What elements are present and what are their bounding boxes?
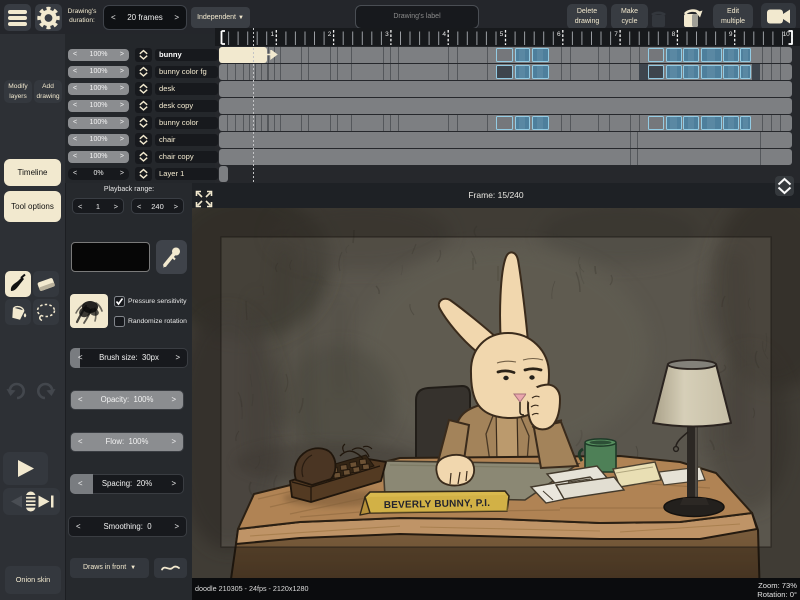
- svg-text:1: 1: [270, 31, 274, 38]
- svg-text:BEVERLY BUNNY, P.I.: BEVERLY BUNNY, P.I.: [384, 498, 491, 511]
- svg-text:4: 4: [442, 31, 446, 38]
- svg-text:5: 5: [500, 31, 504, 38]
- svg-text:3: 3: [385, 31, 389, 38]
- svg-text:7: 7: [614, 31, 618, 38]
- svg-text:8: 8: [672, 31, 676, 38]
- svg-text:9: 9: [729, 31, 733, 38]
- svg-text:6: 6: [557, 31, 561, 38]
- svg-text:10: 10: [783, 31, 791, 38]
- svg-text:2: 2: [328, 31, 332, 38]
